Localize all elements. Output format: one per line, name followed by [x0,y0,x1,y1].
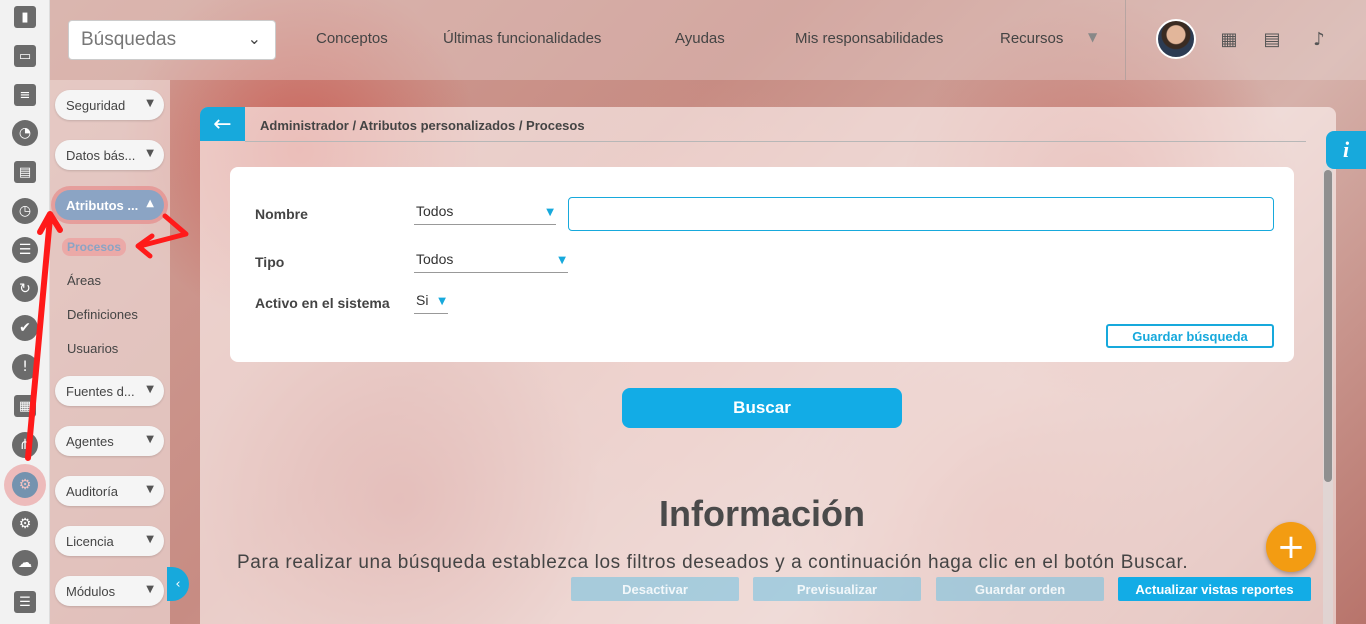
menu-label: Fuentes d... [66,383,135,399]
preview-button[interactable]: Previsualizar [753,577,921,601]
nav-recursos[interactable]: Recursos [1000,30,1063,47]
menu-label: Atributos ... [66,197,139,213]
menu-label: Módulos [66,583,116,599]
nombre-input[interactable] [568,197,1274,231]
search-select[interactable]: Búsquedas ⌄ [68,20,276,60]
menu-fuentes[interactable]: Fuentes d... ▼ [55,376,164,406]
caret-down-icon: ▼ [146,534,154,545]
gear-icon[interactable]: ⚙ [4,464,46,506]
menu-datos-basicos[interactable]: Datos bás... ▼ [55,140,164,170]
arrow-left-icon: ← [213,111,232,137]
bell-icon[interactable]: ♪ [1308,28,1330,50]
scrollbar[interactable] [1323,165,1333,624]
nombre-select-value: Todos [416,203,454,219]
calendar-icon[interactable]: ▦ [1218,28,1240,50]
chevron-down-icon: ⌄ [247,29,261,48]
gantt-icon[interactable]: ≡ [9,79,41,111]
tipo-label: Tipo [255,254,285,270]
menu-seguridad[interactable]: Seguridad ▼ [55,90,164,120]
topbar-divider [1125,0,1126,80]
share-icon[interactable]: ⋔ [9,429,41,461]
chevron-left-icon: ‹ [175,576,181,592]
check-circle-icon[interactable]: ✔ [9,312,41,344]
main-panel: ← Administrador / Atributos personalizad… [200,107,1336,624]
add-fab-button[interactable]: + [1266,522,1316,572]
document-icon[interactable]: ☰ [9,586,41,618]
bar-chart-icon[interactable]: ▮ [9,1,41,33]
caret-down-icon: ▼ [146,98,154,109]
menu-licencia[interactable]: Licencia ▼ [55,526,164,556]
caret-down-icon: ▼ [146,584,154,595]
search-button[interactable]: Buscar [622,388,902,428]
menu-label: Agentes [66,433,114,449]
nav-ultimas-funcionalidades[interactable]: Últimas funcionalidades [443,30,601,47]
caret-down-icon: ▼ [438,296,446,307]
icon-rail: ▮ ▭ ≡ ◔ ▤ ◷ ☰ ↻ ✔ ! ▦ ⋔ ⚙ ⚙ ☁ ☰ [0,0,50,624]
menu-atributos[interactable]: Atributos ... ▲ [55,190,164,220]
caret-down-icon: ▼ [146,148,154,159]
avatar[interactable] [1156,19,1196,59]
breadcrumb: Administrador / Atributos personalizados… [260,118,585,133]
nombre-select[interactable]: Todos ▼ [414,203,556,225]
top-bar: Búsquedas ⌄ Conceptos Últimas funcionali… [50,0,1366,80]
submenu-areas[interactable]: Áreas [67,273,101,288]
info-tab-button[interactable]: i [1326,131,1366,169]
menu-modulos[interactable]: Módulos ▼ [55,576,164,606]
menu-label: Seguridad [66,97,126,113]
submenu-definiciones[interactable]: Definiciones [67,307,138,322]
plus-icon: + [1276,527,1306,567]
caret-down-icon: ▼ [146,434,154,445]
update-report-views-button[interactable]: Actualizar vistas reportes [1118,577,1311,601]
pie-chart-icon[interactable]: ◔ [9,117,41,149]
submenu-usuarios[interactable]: Usuarios [67,341,118,356]
nombre-label: Nombre [255,206,308,222]
map-icon[interactable]: ▤ [1261,28,1283,50]
save-search-button[interactable]: Guardar búsqueda [1106,324,1274,348]
menu-label: Licencia [66,533,114,549]
menu-auditoria[interactable]: Auditoría ▼ [55,476,164,506]
caret-down-icon: ▼ [146,484,154,495]
filter-card: Nombre Todos ▼ Tipo Todos ▼ Activo en el s… [230,167,1294,362]
menu-label: Auditoría [66,483,119,499]
tipo-select[interactable]: Todos ▼ [414,251,568,273]
caret-up-icon: ▲ [146,198,154,209]
submenu-procesos[interactable]: Procesos [62,238,127,256]
tipo-select-value: Todos [416,251,454,267]
deactivate-button[interactable]: Desactivar [571,577,739,601]
gears-icon[interactable]: ⚙ [9,508,41,540]
back-button[interactable]: ← [200,107,245,141]
menu-agentes[interactable]: Agentes ▼ [55,426,164,456]
activo-label: Activo en el sistema [255,295,390,311]
admin-menu: Seguridad ▼ Datos bás... ▼ Atributos ... ▲ … [50,80,170,624]
nav-ayudas[interactable]: Ayudas [675,30,725,47]
warning-icon[interactable]: ! [9,351,41,383]
list-icon[interactable]: ☰ [9,234,41,266]
recursos-caret-icon[interactable]: ▼ [1088,30,1097,44]
info-title: Información [658,493,865,534]
calendar-icon[interactable]: ▦ [9,390,41,422]
scrollbar-thumb[interactable] [1324,170,1332,482]
breadcrumb-divider [245,141,1306,142]
info-text: Para realizar una búsqueda establezca lo… [237,552,1189,573]
presentation-icon[interactable]: ▭ [9,40,41,72]
nav-mis-responsabilidades[interactable]: Mis responsabilidades [795,30,943,47]
nav-conceptos[interactable]: Conceptos [316,30,388,47]
caret-down-icon: ▼ [546,207,554,218]
map-icon[interactable]: ▤ [9,156,41,188]
info-icon: i [1342,137,1350,162]
caret-down-icon: ▼ [558,255,566,266]
activo-select[interactable]: Si ▼ [414,292,448,314]
refresh-icon[interactable]: ↻ [9,273,41,305]
save-order-button[interactable]: Guardar orden [936,577,1104,601]
caret-down-icon: ▼ [146,384,154,395]
activo-select-value: Si [416,292,429,308]
clock-icon[interactable]: ◷ [9,195,41,227]
search-select-label: Búsquedas [81,29,177,50]
menu-label: Datos bás... [66,147,136,163]
cloud-icon[interactable]: ☁ [9,547,41,579]
